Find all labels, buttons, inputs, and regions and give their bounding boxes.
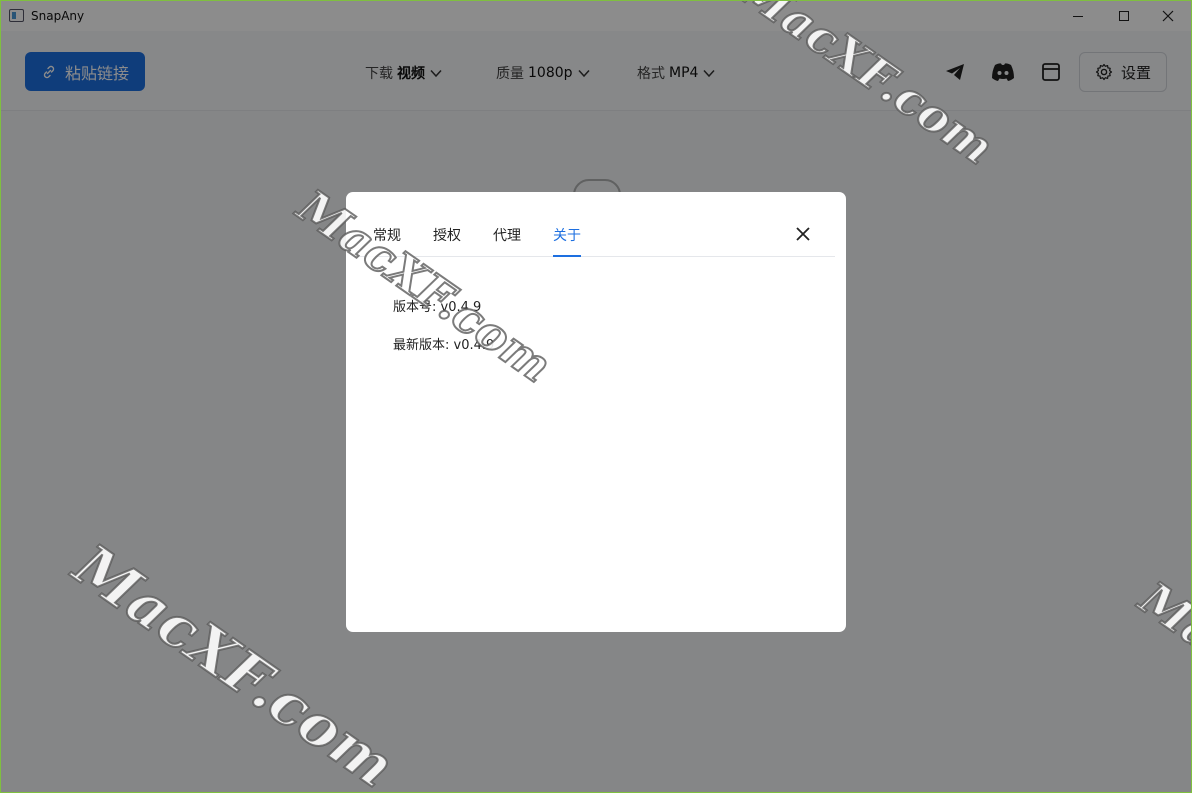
close-dialog-icon[interactable] — [793, 224, 813, 244]
tab-proxy[interactable]: 代理 — [493, 225, 521, 257]
tab-about[interactable]: 关于 — [553, 225, 581, 257]
tab-license[interactable]: 授权 — [433, 225, 461, 257]
settings-tabs: 常规 授权 代理 关于 — [357, 214, 835, 257]
app-window: SnapAny 粘贴链接 下载 视频 质量 1080p 格式 MP4 设置 常规… — [1, 1, 1191, 792]
latest-version-label: 最新版本: — [393, 338, 450, 353]
